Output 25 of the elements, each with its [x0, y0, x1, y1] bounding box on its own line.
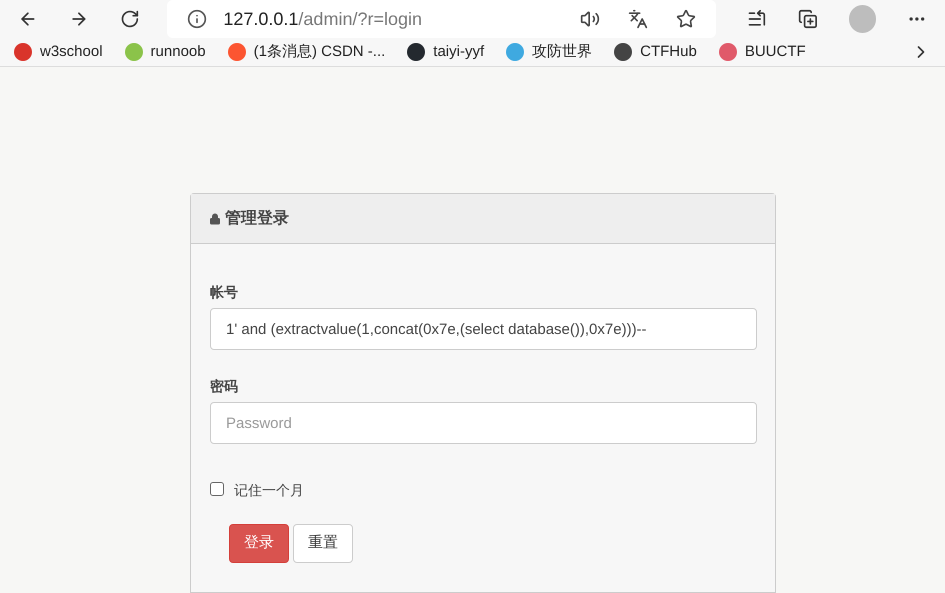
reset-button[interactable]: 重置: [293, 524, 353, 563]
bookmark-link[interactable]: taiyi-yyf: [433, 40, 484, 64]
lock-icon: [209, 212, 221, 224]
remember-checkbox[interactable]: [210, 482, 224, 496]
field-label: 帐号: [210, 283, 239, 302]
info-icon[interactable]: [187, 9, 208, 29]
read-aloud-icon[interactable]: [580, 9, 600, 29]
bookmark-link[interactable]: (1条消息) CSDN -...: [254, 40, 386, 64]
input-field[interactable]: 1' and (extractvalue(1,concat(0x7e,(select database()),0x7e)))--: [210, 308, 757, 350]
remember-label: 记住一个月: [234, 481, 304, 500]
collections-icon[interactable]: [798, 9, 818, 29]
url-text: 127.0.0.1/admin/?r=login: [223, 8, 423, 31]
translate-icon[interactable]: [628, 9, 648, 29]
input-field[interactable]: Password: [210, 402, 757, 444]
add-favorite-icon[interactable]: [676, 9, 696, 29]
bookmark-link[interactable]: CTFHub: [640, 40, 697, 64]
bookmark-link[interactable]: BUUCTF: [744, 40, 806, 64]
field-label: 密码: [210, 377, 239, 396]
bookmark-link[interactable]: runnoob: [150, 40, 206, 64]
panel-title: 管理登录: [225, 208, 289, 228]
bookmark-link[interactable]: 攻防世界: [532, 40, 592, 64]
reload-icon[interactable]: [120, 9, 140, 29]
bookmark-link[interactable]: w3school: [40, 40, 103, 64]
login-button[interactable]: 登录: [229, 524, 289, 563]
address-bar[interactable]: 127.0.0.1/admin/?r=login: [167, 0, 716, 38]
